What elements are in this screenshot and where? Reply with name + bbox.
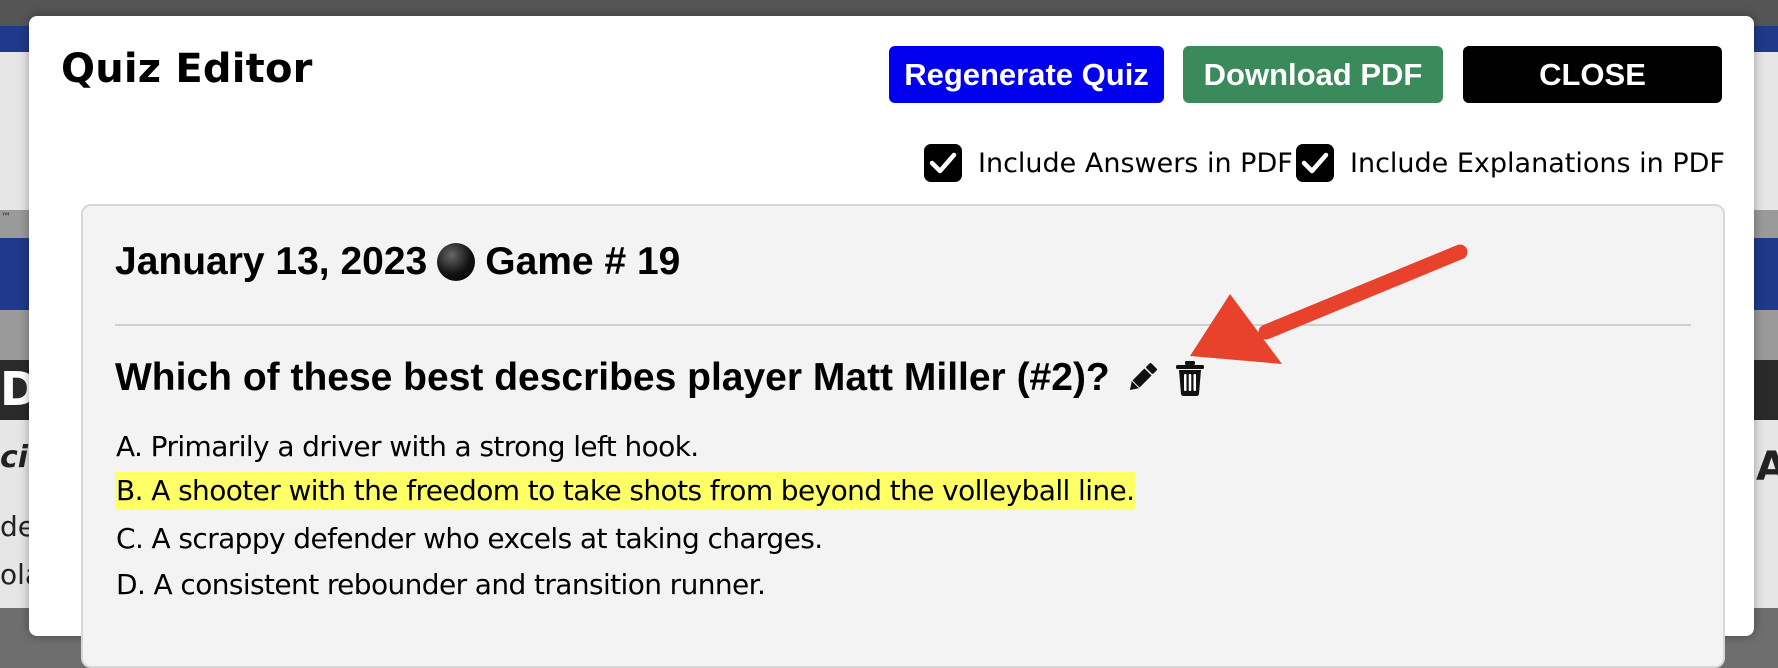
game-date: January 13, 2023	[115, 240, 428, 283]
checkmark-icon	[1301, 152, 1329, 174]
include-explanations-option[interactable]: Include Explanations in PDF	[1296, 142, 1725, 184]
include-answers-checkbox[interactable]	[924, 144, 962, 182]
include-explanations-checkbox[interactable]	[1296, 144, 1334, 182]
include-answers-option[interactable]: Include Answers in PDF	[924, 142, 1293, 184]
answer-option-a: A. Primarily a driver with a strong left…	[116, 430, 699, 463]
question-text: Which of these best describes player Mat…	[115, 356, 1110, 399]
question-row: Which of these best describes player Mat…	[115, 356, 1206, 400]
game-number: Game # 19	[485, 240, 681, 283]
regenerate-quiz-button[interactable]: Regenerate Quiz	[889, 46, 1164, 103]
quiz-editor-modal: Quiz Editor Regenerate Quiz Download PDF…	[29, 16, 1754, 668]
background-text-fragment: ™	[1, 212, 11, 223]
background-text-fragment: A	[1756, 444, 1778, 490]
download-pdf-button[interactable]: Download PDF	[1183, 46, 1443, 103]
edit-question-button[interactable]	[1124, 360, 1160, 396]
answer-option-d: D. A consistent rebounder and transition…	[116, 568, 766, 601]
answer-option-c: C. A scrappy defender who excels at taki…	[116, 522, 823, 555]
background-dark-block-right	[1754, 360, 1778, 420]
include-explanations-label: Include Explanations in PDF	[1350, 147, 1725, 179]
basketball-dot-icon	[437, 243, 476, 281]
annotation-arrow-icon	[1190, 244, 1468, 364]
modal-title: Quiz Editor	[61, 46, 313, 92]
close-button[interactable]: CLOSE	[1463, 46, 1722, 103]
game-header: January 13, 2023 Game # 19	[115, 240, 680, 284]
answer-option-b-correct: B. A shooter with the freedom to take sh…	[115, 472, 1136, 509]
pencil-icon	[1129, 363, 1157, 391]
include-answers-label: Include Answers in PDF	[978, 147, 1293, 179]
background-text-fragment: ci	[0, 440, 29, 475]
background-panel-left	[0, 52, 29, 210]
background-panel-right	[1754, 52, 1778, 210]
checkmark-icon	[929, 152, 957, 174]
